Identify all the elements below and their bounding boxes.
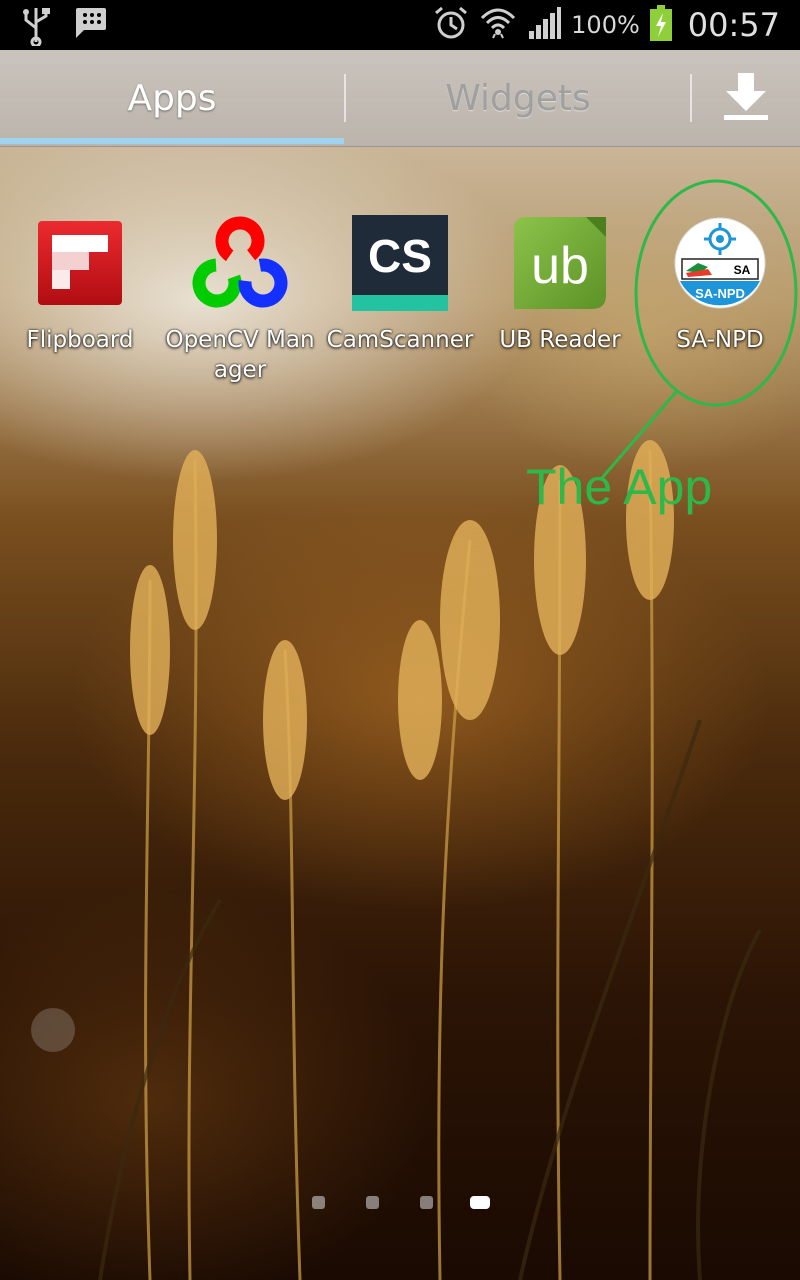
battery-charging-icon: [649, 5, 672, 45]
app-label: SA-NPD: [676, 327, 764, 353]
grass-decoration: [98, 440, 762, 1280]
app-label: CamScanner: [326, 327, 474, 353]
opencv-icon: [192, 215, 288, 311]
app-label: OpenCV Manager: [165, 327, 315, 383]
wallpaper: [0, 0, 800, 1280]
battery-percentage: 100%: [571, 11, 640, 39]
annotation-label: The App: [526, 459, 713, 515]
app-flipboard[interactable]: Flipboard: [0, 215, 160, 355]
alarm-icon: [433, 5, 469, 45]
page-dot[interactable]: [312, 1196, 325, 1209]
usb-icon: [18, 6, 54, 50]
sa-npd-icon-text: SA-NPD: [695, 286, 745, 301]
app-label: UB Reader: [499, 327, 621, 353]
page-dot[interactable]: [366, 1196, 379, 1209]
camscanner-icon: CS: [352, 215, 448, 311]
app-opencv-manager[interactable]: OpenCV Manager: [160, 215, 320, 385]
wifi-icon: [479, 4, 517, 46]
tab-apps[interactable]: Apps: [0, 50, 344, 146]
flipboard-icon: [32, 215, 128, 311]
status-bar: 100% 00:57: [0, 0, 800, 50]
clock: 00:57: [687, 6, 780, 44]
sa-npd-badge-text: SA: [734, 263, 751, 277]
drawer-tab-bar: Apps Widgets: [0, 50, 800, 147]
app-label: Flipboard: [26, 327, 134, 353]
page-dot-active[interactable]: [470, 1196, 490, 1209]
page-indicator: [300, 1192, 500, 1212]
app-camscanner[interactable]: CS CamScanner: [320, 215, 480, 355]
page-dot[interactable]: [420, 1196, 433, 1209]
bbm-icon: [72, 6, 108, 50]
ub-reader-icon-text: ub: [531, 237, 589, 295]
tab-widgets[interactable]: Widgets: [346, 50, 690, 146]
sa-npd-icon: SA SA-NPD: [672, 215, 768, 311]
bubble-decoration: [31, 1008, 75, 1052]
signal-icon: [527, 7, 562, 43]
app-ub-reader[interactable]: ub UB Reader: [480, 215, 640, 355]
camscanner-icon-text: CS: [368, 230, 432, 282]
download-button[interactable]: [692, 50, 800, 146]
ub-reader-icon: ub: [512, 215, 608, 311]
app-sa-npd[interactable]: SA SA-NPD SA-NPD: [640, 215, 800, 355]
active-tab-indicator: [0, 138, 344, 144]
download-icon: [722, 71, 770, 125]
